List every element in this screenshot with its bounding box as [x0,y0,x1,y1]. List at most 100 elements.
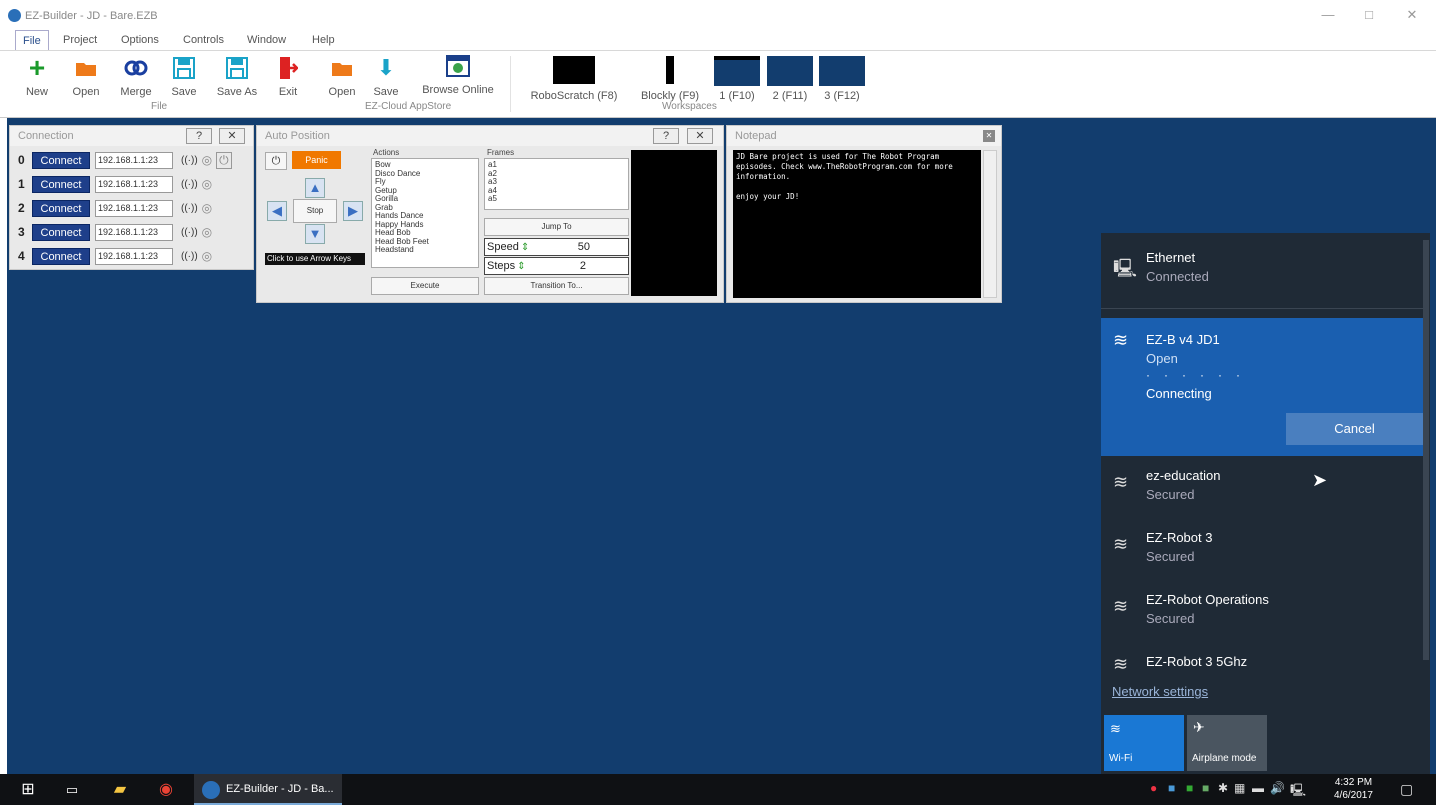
maximize-button[interactable]: □ [1357,6,1381,24]
menu-help[interactable]: Help [305,30,342,50]
menu-project[interactable]: Project [56,30,104,50]
ip-address-input[interactable]: 192.168.1.1:23 [95,175,173,193]
save-as-button[interactable]: Save As [216,54,258,98]
network-item[interactable]: ≋ ez-education Secured [1101,462,1423,520]
frame-item[interactable]: a3 [488,177,625,187]
save-button[interactable]: Save [169,54,199,98]
notepad-textarea[interactable]: JD Bare project is used for The Robot Pr… [733,150,981,298]
power-icon[interactable]: ⏻ [216,151,232,169]
panel-close-button[interactable]: ✕ [219,128,245,144]
power-button[interactable]: ⏻ [265,152,287,170]
notifications-icon[interactable]: ▢ [1400,781,1413,798]
workspace-3-button[interactable]: 3 (F12) [818,54,866,102]
stepper-icon[interactable]: ⇕ [517,261,525,272]
task-view-icon[interactable]: ▭ [60,778,84,802]
actions-list[interactable]: Bow Disco Dance Fly Getup Gorilla Grab Hands D… [371,158,479,268]
connect-button[interactable]: Connect [32,247,90,265]
arrow-up-button[interactable]: ▲ [305,178,325,198]
network-scrollbar[interactable] [1423,240,1429,660]
network-item[interactable]: ≋ EZ-Robot Operations Secured [1101,586,1423,644]
camera-preview [631,150,717,296]
panel-close-button[interactable]: ✕ [687,128,713,144]
cloud-open-button[interactable]: Open [327,54,357,98]
arrow-left-button[interactable]: ◀ [267,201,287,221]
airplane-mode-tile[interactable]: ✈ Airplane mode [1187,715,1267,771]
connection-row: 1 Connect 192.168.1.1:23 ((·)) ◎ [18,174,212,194]
notepad-scrollbar[interactable] [983,150,997,298]
network-ethernet[interactable]: 🖳 Ethernet Connected [1101,240,1423,310]
ip-address-input[interactable]: 192.168.1.1:23 [95,223,173,241]
stepper-icon[interactable]: ⇕ [521,242,529,253]
connect-button[interactable]: Connect [32,175,90,193]
network-selected[interactable]: ≋ EZ-B v4 JD1 Open ······ Connecting Can… [1101,318,1423,456]
bluetooth-icon[interactable]: ✱ [1218,781,1228,795]
network-status: Connected [1146,269,1209,284]
new-button[interactable]: + New [22,54,52,99]
volume-icon[interactable]: 🔊 [1270,781,1285,795]
workspace-2-button[interactable]: 2 (F11) [766,54,814,102]
tray-app-icon[interactable]: ● [1150,781,1157,795]
arrow-right-button[interactable]: ▶ [343,201,363,221]
frame-item[interactable]: a2 [488,169,625,179]
menu-file[interactable]: File [15,30,49,50]
wifi-tile[interactable]: ≋ Wi-Fi [1104,715,1184,771]
ip-address-input[interactable]: 192.168.1.1:23 [95,247,173,265]
speed-field[interactable]: Speed ⇕ 50 [484,238,629,256]
connect-button[interactable]: Connect [32,199,90,217]
ip-address-input[interactable]: 192.168.1.1:23 [95,199,173,217]
tray-app-icon[interactable]: ■ [1186,781,1193,795]
close-icon[interactable]: ✕ [983,130,995,142]
menu-options[interactable]: Options [114,30,166,50]
frame-item[interactable]: a4 [488,186,625,196]
menu-controls[interactable]: Controls [176,30,231,50]
frame-item[interactable]: a5 [488,194,625,204]
battery-icon[interactable]: ▬ [1252,781,1264,795]
tray-app-icon[interactable]: ■ [1168,781,1175,795]
transition-to-button[interactable]: Transition To... [484,277,629,295]
network-item[interactable]: ≋ EZ-Robot 3 Secured [1101,524,1423,582]
tray-app-icon[interactable]: ■ [1202,781,1209,795]
action-item[interactable]: Headstand [375,245,475,255]
wifi-icon: ≋ [1113,596,1129,616]
jump-to-button[interactable]: Jump To [484,218,629,236]
menu-window[interactable]: Window [240,30,293,50]
stop-button[interactable]: Stop [293,199,337,223]
help-button[interactable]: ? [186,128,212,144]
arrow-down-button[interactable]: ▼ [305,224,325,244]
steps-field[interactable]: Steps ⇕ 2 [484,257,629,275]
chrome-icon[interactable]: ◉ [154,778,178,802]
panic-button[interactable]: Panic [292,151,341,169]
exit-button[interactable]: Exit [275,54,301,98]
close-button[interactable]: ✕ [1400,6,1424,24]
arrow-keys-toggle[interactable]: Click to use Arrow Keys [265,253,365,265]
wifi-icon: ≋ [1113,472,1129,492]
taskbar-ezbuilder-app[interactable]: EZ-Builder - JD - Ba... [194,774,342,805]
window-title: EZ-Builder - JD - Bare.EZB [25,10,158,22]
open-button[interactable]: Open [71,54,101,98]
cloud-save-button[interactable]: ⬇ Save [372,54,400,98]
action-item[interactable]: Disco Dance [375,169,475,179]
cancel-button[interactable]: Cancel [1286,413,1423,445]
tray-app-icon[interactable]: ▦ [1234,781,1245,795]
frame-item[interactable]: a1 [488,160,625,170]
minimize-button[interactable]: — [1316,6,1340,24]
roboscratch-button[interactable]: RoboScratch (F8) [528,54,620,102]
network-tray-icon[interactable]: 🖳 [1290,781,1306,802]
merge-button[interactable]: Merge [118,54,154,98]
ip-address-input[interactable]: 192.168.1.1:23 [95,151,173,169]
blockly-button[interactable]: Blockly (F9) [638,54,702,102]
execute-button[interactable]: Execute [371,277,479,295]
workspace-1-button[interactable]: 1 (F10) [713,54,761,102]
connect-button[interactable]: Connect [32,223,90,241]
network-name: EZ-B v4 JD1 [1146,332,1220,347]
group-cloud-label: EZ-Cloud AppStore [365,101,452,112]
connect-button[interactable]: Connect [32,151,90,169]
frames-list[interactable]: a1 a2 a3 a4 a5 [484,158,629,210]
file-explorer-icon[interactable]: ▰ [108,778,132,802]
browse-online-button[interactable]: Browse Online [418,52,498,96]
network-item[interactable]: ≋ EZ-Robot 3 5Ghz [1101,648,1423,678]
clock[interactable]: 4:32 PM 4/6/2017 [1334,776,1373,802]
network-settings-link[interactable]: Network settings [1112,684,1208,699]
help-button[interactable]: ? [653,128,679,144]
start-windows-icon[interactable]: ⊞ [16,778,40,802]
